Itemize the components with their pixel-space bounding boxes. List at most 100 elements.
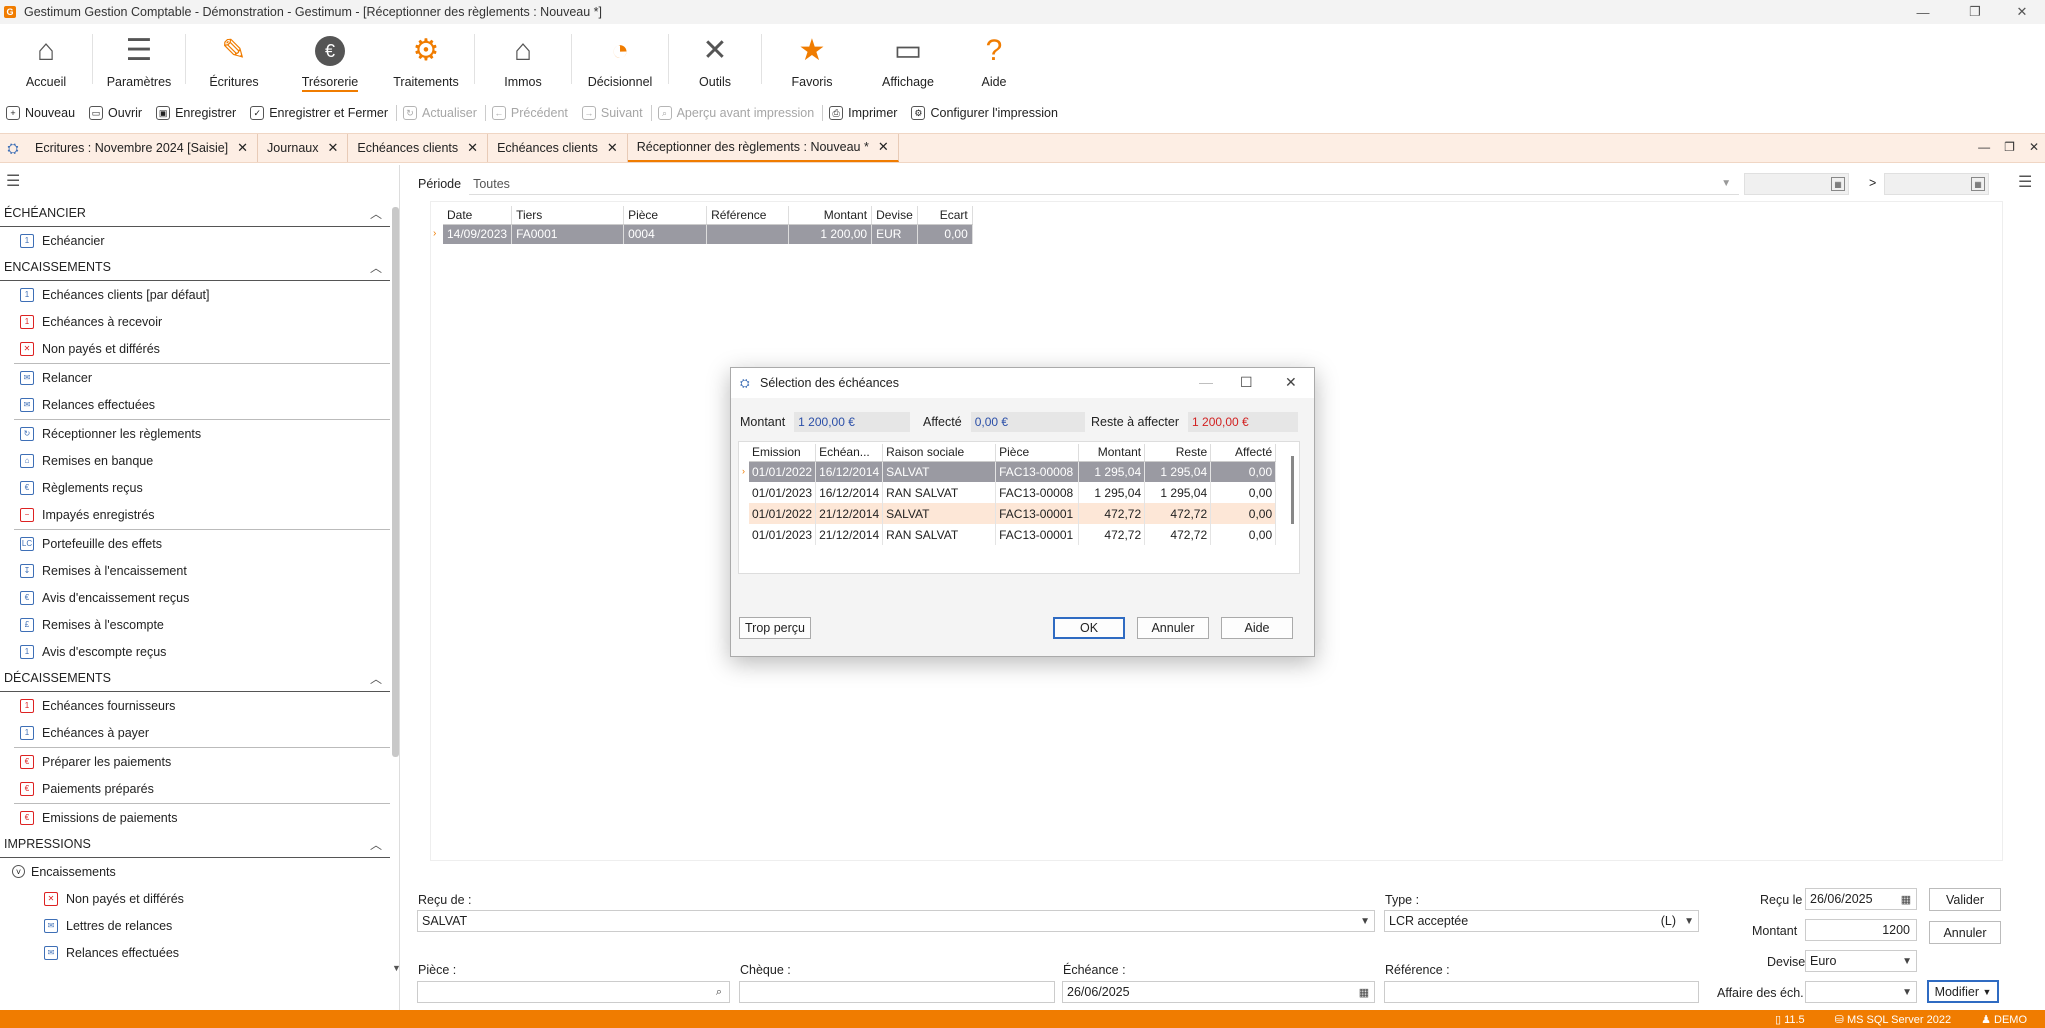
recu-le-date[interactable]: 26/06/2025 ▦ xyxy=(1805,888,1917,910)
aide-button[interactable]: Aide xyxy=(1221,617,1293,639)
ribbon-affichage-button[interactable]: ▭ Affichage xyxy=(862,24,954,92)
calendar-icon[interactable]: ▦ xyxy=(1356,984,1372,1000)
sidebar-item-relancer[interactable]: ✉ Relancer xyxy=(0,364,390,391)
ribbon-ecritures-button[interactable]: ✎ Écritures xyxy=(186,24,282,92)
sidebar-item-avis-escompte[interactable]: 1 Avis d'escompte reçus xyxy=(0,638,390,665)
calendar-icon[interactable]: ▦ xyxy=(1971,177,1985,191)
actualiser-button[interactable]: ↻ Actualiser xyxy=(403,106,477,120)
close-doc-icon[interactable]: ✕ xyxy=(2029,140,2039,154)
col-piece[interactable]: Pièce xyxy=(623,206,708,225)
minimize-tab-icon[interactable]: — xyxy=(1978,140,1990,154)
section-encaissements[interactable]: ENCAISSEMENTS ︿ xyxy=(0,254,390,281)
echeance-date[interactable]: 26/06/2025 ▦ xyxy=(1062,981,1375,1003)
suivant-button[interactable]: → Suivant xyxy=(581,106,643,120)
ouvrir-button[interactable]: ▭ Ouvrir xyxy=(89,106,142,120)
sidebar-item-echeances-recevoir[interactable]: 1 Echéances à recevoir xyxy=(0,308,390,335)
piece-input[interactable]: ⌕ xyxy=(417,981,730,1003)
sidebar-item-print-non-payes[interactable]: ✕ Non payés et différés xyxy=(0,885,390,912)
affaire-select[interactable]: ▼ xyxy=(1805,981,1917,1003)
chevron-down-icon[interactable]: ▼ xyxy=(1360,916,1370,927)
nouveau-button[interactable]: + Nouveau xyxy=(6,106,75,120)
col-piece[interactable]: Pièce xyxy=(995,444,1080,462)
col-affecte[interactable]: Affecté xyxy=(1210,444,1277,462)
calendar-icon[interactable]: ▦ xyxy=(1898,891,1914,907)
precedent-button[interactable]: ← Précédent xyxy=(491,106,568,120)
valider-button[interactable]: Valider xyxy=(1929,888,2001,911)
ribbon-parametres-button[interactable]: ☰ Paramètres xyxy=(93,24,185,92)
sidebar-item-impayes[interactable]: − Impayés enregistrés xyxy=(0,501,390,528)
sidebar-item-avis-encaissement[interactable]: € Avis d'encaissement reçus xyxy=(0,584,390,611)
recu-de-select[interactable]: SALVAT ▼ xyxy=(417,910,1375,932)
trop-percu-button[interactable]: Trop perçu xyxy=(739,617,811,639)
sidebar-item-remises-escompte[interactable]: £ Remises à l'escompte xyxy=(0,611,390,638)
dialog-minimize-button[interactable]: — xyxy=(1199,374,1213,390)
annuler-button[interactable]: Annuler xyxy=(1929,921,2001,944)
group-encaissements[interactable]: ˅ Encaissements xyxy=(0,858,390,885)
period-start-date[interactable]: ▦ xyxy=(1744,173,1849,195)
periode-select[interactable]: Toutes ▼ xyxy=(469,173,1740,195)
table-row[interactable]: 01/01/2022 16/12/2014 SALVAT FAC13-00008… xyxy=(749,461,1277,482)
sidebar-item-emissions-paiements[interactable]: € Emissions de paiements xyxy=(0,804,390,831)
ribbon-immos-button[interactable]: ⌂ Immos xyxy=(475,24,571,92)
close-tab-icon[interactable]: ✕ xyxy=(607,140,618,156)
devise-select[interactable]: Euro ▼ xyxy=(1805,950,1917,972)
sidebar-item-print-lettres-relances[interactable]: ✉ Lettres de relances xyxy=(0,912,390,939)
chevron-down-icon[interactable]: ▼ xyxy=(1902,956,1912,967)
sidebar-scrollbar[interactable] xyxy=(392,207,399,757)
search-icon[interactable]: ⌕ xyxy=(711,984,727,1000)
configurer-impression-button[interactable]: ⚙ Configurer l'impression xyxy=(911,106,1058,120)
section-impressions[interactable]: IMPRESSIONS ︿ xyxy=(0,831,390,858)
close-tab-icon[interactable]: ✕ xyxy=(467,140,478,156)
ribbon-outils-button[interactable]: ✕ Outils xyxy=(669,24,761,92)
minimize-button[interactable]: — xyxy=(1900,0,1946,24)
ribbon-decisionnel-button[interactable]: ◔ Décisionnel xyxy=(572,24,668,92)
sidebar-item-paiements-prepares[interactable]: € Paiements préparés xyxy=(0,775,390,802)
modifier-button[interactable]: Modifier ▼ xyxy=(1927,980,1999,1003)
tab-echeances-clients-2[interactable]: Echéances clients ✕ xyxy=(488,134,628,162)
cell-affecte[interactable]: 0,00 xyxy=(1210,503,1277,524)
montant-input[interactable]: 1200 xyxy=(1805,919,1917,941)
sidebar-item-print-relances-effectuees[interactable]: ✉ Relances effectuées xyxy=(0,939,390,966)
col-reference[interactable]: Référence xyxy=(706,206,790,225)
section-echeancier[interactable]: ÉCHÉANCIER ︿ xyxy=(0,200,390,227)
ribbon-traitements-button[interactable]: ⚙ Traitements xyxy=(378,24,474,92)
cell-affecte[interactable]: 0,00 xyxy=(1210,482,1277,503)
ribbon-aide-button[interactable]: ? Aide xyxy=(954,24,1034,92)
type-select[interactable]: LCR acceptée (L) ▼ xyxy=(1384,910,1699,932)
chevron-down-icon[interactable]: ▼ xyxy=(1902,987,1912,998)
close-tab-icon[interactable]: ✕ xyxy=(878,139,889,155)
calendar-icon[interactable]: ▦ xyxy=(1831,177,1845,191)
hamburger-menu-icon[interactable]: ☰ xyxy=(6,171,20,191)
ribbon-favoris-button[interactable]: ★ Favoris xyxy=(762,24,862,92)
sidebar-item-remises-encaissement[interactable]: ↧ Remises à l'encaissement xyxy=(0,557,390,584)
sidebar-item-echeances-fournisseurs[interactable]: 1 Echéances fournisseurs xyxy=(0,692,390,719)
col-reste[interactable]: Reste xyxy=(1144,444,1212,462)
dialog-maximize-button[interactable]: ☐ xyxy=(1240,374,1253,391)
sidebar-item-echeances-payer[interactable]: 1 Echéances à payer xyxy=(0,719,390,746)
table-row[interactable]: 01/01/2023 21/12/2014 RAN SALVAT FAC13-0… xyxy=(749,524,1277,545)
col-montant[interactable]: Montant xyxy=(1078,444,1146,462)
col-echeance[interactable]: Echéan... xyxy=(815,444,884,462)
tab-receptionner-reglements[interactable]: Réceptionner des règlements : Nouveau * ✕ xyxy=(627,134,899,162)
right-hamburger-icon[interactable]: ☰ xyxy=(2018,172,2032,192)
period-end-date[interactable]: ▦ xyxy=(1884,173,1989,195)
tab-ecritures[interactable]: Ecritures : Novembre 2024 [Saisie] ✕ xyxy=(26,134,259,162)
imprimer-button[interactable]: ⎙ Imprimer xyxy=(829,106,897,120)
sidebar-item-portefeuille[interactable]: LC Portefeuille des effets xyxy=(0,530,390,557)
col-ecart[interactable]: Ecart xyxy=(917,206,973,225)
close-tab-icon[interactable]: ✕ xyxy=(327,140,338,156)
scroll-down-icon[interactable]: ▼ xyxy=(392,963,401,973)
tab-journaux[interactable]: Journaux ✕ xyxy=(258,134,349,162)
tab-echeances-clients[interactable]: Echéances clients ✕ xyxy=(348,134,489,162)
cell-affecte[interactable]: 0,00 xyxy=(1210,461,1277,482)
restore-button[interactable]: ❐ xyxy=(1952,0,1998,24)
dialog-grid-scrollbar[interactable] xyxy=(1291,456,1294,524)
close-tab-icon[interactable]: ✕ xyxy=(237,140,248,156)
sidebar-item-reglements-recus[interactable]: € Règlements reçus xyxy=(0,474,390,501)
enregistrer-button[interactable]: ▣ Enregistrer xyxy=(156,106,236,120)
table-row[interactable]: 01/01/2023 16/12/2014 RAN SALVAT FAC13-0… xyxy=(749,482,1277,503)
sidebar-item-preparer-paiements[interactable]: € Préparer les paiements xyxy=(0,748,390,775)
table-row[interactable]: 14/09/2023 FA0001 0004 1 200,00 EUR 0,00 xyxy=(443,224,973,244)
dialog-annuler-button[interactable]: Annuler xyxy=(1137,617,1209,639)
col-tiers[interactable]: Tiers xyxy=(511,206,625,225)
